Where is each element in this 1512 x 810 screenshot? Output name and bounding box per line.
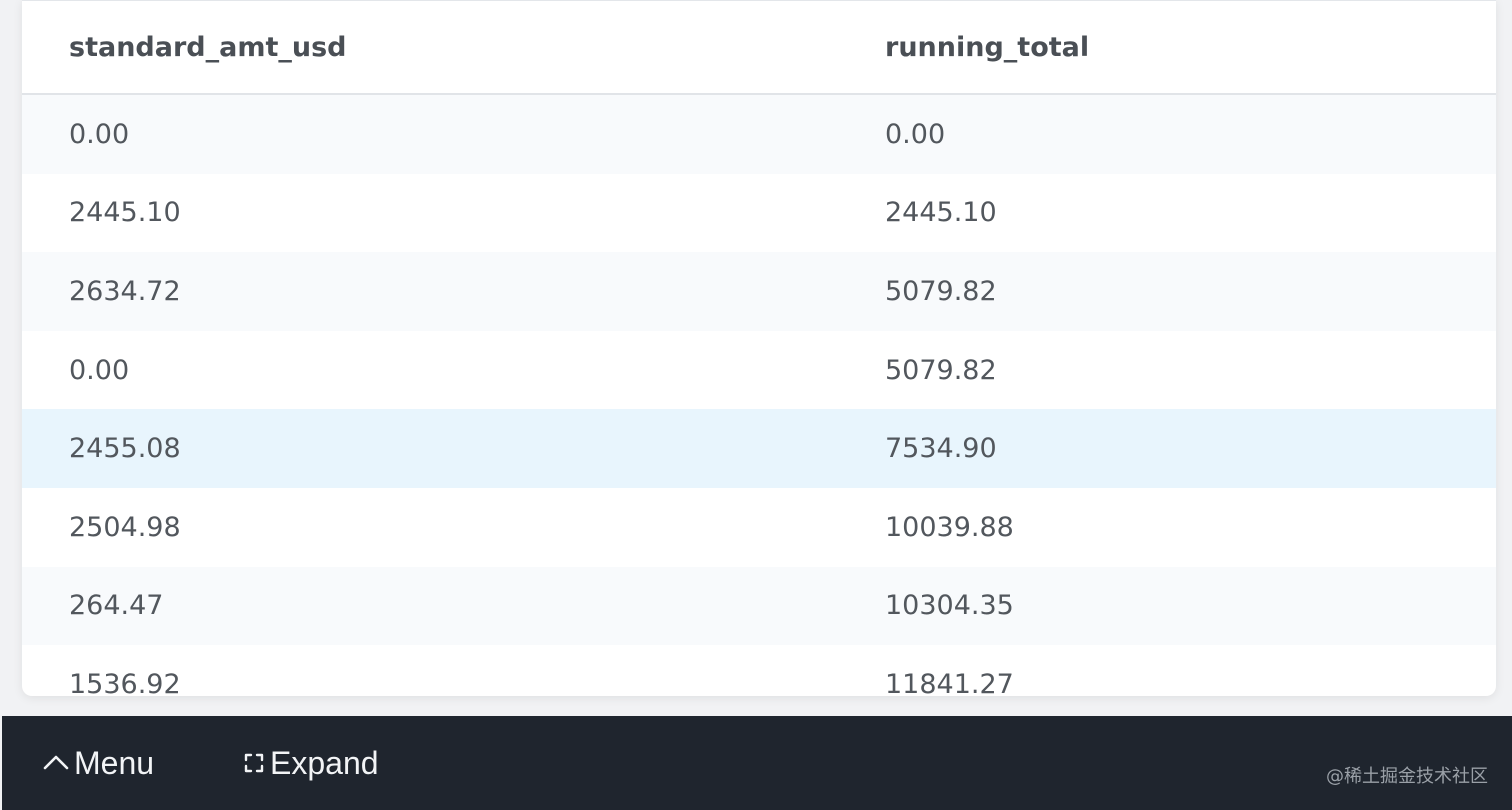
- cell-standard-amt-usd: 0.00: [69, 354, 130, 386]
- table-row[interactable]: 2504.98 10039.88: [22, 488, 1496, 567]
- expand-button[interactable]: Expand: [242, 716, 379, 810]
- column-header-standard-amt-usd[interactable]: standard_amt_usd: [69, 32, 347, 63]
- page: standard_amt_usd running_total 0.00 0.00…: [0, 0, 1512, 810]
- cell-running-total: 11841.27: [885, 668, 1014, 696]
- cell-standard-amt-usd: 2504.98: [69, 511, 181, 543]
- menu-label: Menu: [74, 744, 155, 781]
- table-row[interactable]: 264.47 10304.35: [22, 566, 1496, 646]
- cell-standard-amt-usd: 2455.08: [69, 433, 181, 465]
- table-row[interactable]: 0.00 5079.82: [22, 331, 1496, 410]
- expand-icon: [242, 751, 266, 775]
- watermark-text: @稀土掘金技术社区: [1326, 766, 1488, 787]
- expand-label: Expand: [270, 744, 379, 781]
- table-row[interactable]: 2445.10 2445.10: [22, 174, 1496, 253]
- chevron-up-icon: [42, 749, 70, 777]
- column-header-running-total[interactable]: running_total: [885, 32, 1089, 63]
- cell-standard-amt-usd: 1536.92: [69, 668, 181, 696]
- bottom-toolbar: Menu Expand @稀土掘金技术社区: [2, 716, 1512, 810]
- cell-standard-amt-usd: 264.47: [69, 590, 164, 622]
- cell-running-total: 5079.82: [885, 275, 997, 307]
- cell-running-total: 5079.82: [885, 354, 997, 386]
- table-row[interactable]: 2634.72 5079.82: [22, 252, 1496, 331]
- cell-standard-amt-usd: 2445.10: [69, 197, 181, 229]
- table-row[interactable]: 1536.92 11841.27: [22, 645, 1496, 696]
- cell-running-total: 0.00: [885, 118, 946, 150]
- cell-running-total: 2445.10: [885, 197, 997, 229]
- cell-standard-amt-usd: 2634.72: [69, 275, 181, 307]
- cell-standard-amt-usd: 0.00: [69, 118, 130, 150]
- cell-running-total: 7534.90: [885, 433, 997, 465]
- cell-running-total: 10039.88: [885, 511, 1014, 543]
- table-header: standard_amt_usd running_total: [22, 0, 1496, 95]
- menu-button[interactable]: Menu: [42, 716, 154, 810]
- results-table: standard_amt_usd running_total 0.00 0.00…: [22, 0, 1496, 696]
- cell-running-total: 10304.35: [885, 590, 1014, 622]
- table-row[interactable]: 0.00 0.00: [22, 95, 1496, 174]
- table-row-hovered[interactable]: 2455.08 7534.90: [22, 409, 1496, 488]
